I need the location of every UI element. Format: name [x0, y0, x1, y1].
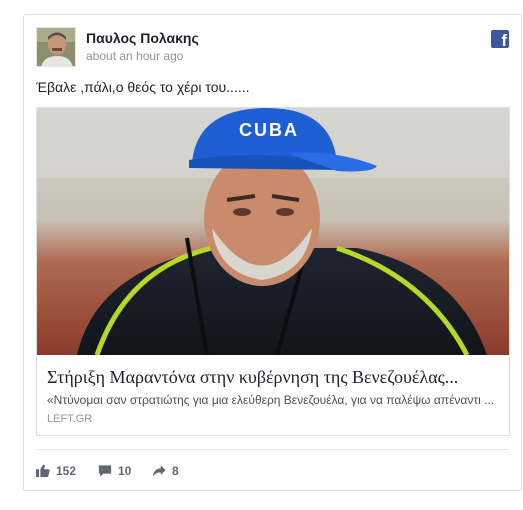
preview-photo: CUBA	[37, 108, 509, 355]
facebook-post-card: Παυλος Πολακης about an hour ago f Έβαλε…	[23, 14, 522, 491]
link-preview[interactable]: CUBA Στήριξη Μαραντόνα στην κυβέρνηση τη…	[36, 107, 510, 436]
post-header: Παυλος Πολακης about an hour ago f	[36, 27, 509, 69]
link-preview-image[interactable]: CUBA	[37, 108, 509, 355]
comment-stat[interactable]: 10	[98, 461, 131, 481]
link-domain: LEFT.GR	[47, 413, 93, 425]
link-title[interactable]: Στήριξη Μαραντόνα στην κυβέρνηση της Βεν…	[47, 367, 499, 388]
post-timestamp[interactable]: about an hour ago	[86, 49, 183, 63]
thumbs-up-icon	[36, 464, 50, 478]
likes-count: 152	[56, 464, 77, 478]
avatar-photo	[37, 28, 75, 66]
comment-icon	[98, 465, 112, 477]
author-name[interactable]: Παυλος Πολακης	[86, 30, 199, 46]
author-avatar[interactable]	[36, 27, 76, 67]
shares-count: 8	[172, 464, 179, 478]
comments-count: 10	[118, 464, 132, 478]
post-text: Έβαλε ,πάλι,ο θεός το χέρι του......	[36, 79, 250, 95]
share-icon	[152, 465, 166, 477]
cap-text: CUBA	[239, 120, 299, 140]
facebook-logo-icon[interactable]: f	[491, 30, 509, 50]
link-description: «Ντύνομαι σαν στρατιώτης για μια ελεύθερ…	[47, 393, 495, 407]
share-stat[interactable]: 8	[152, 461, 179, 481]
link-preview-info: Στήριξη Μαραντόνα στην κυβέρνηση της Βεν…	[37, 355, 509, 435]
divider	[36, 449, 509, 450]
like-stat[interactable]: 152	[36, 461, 76, 481]
